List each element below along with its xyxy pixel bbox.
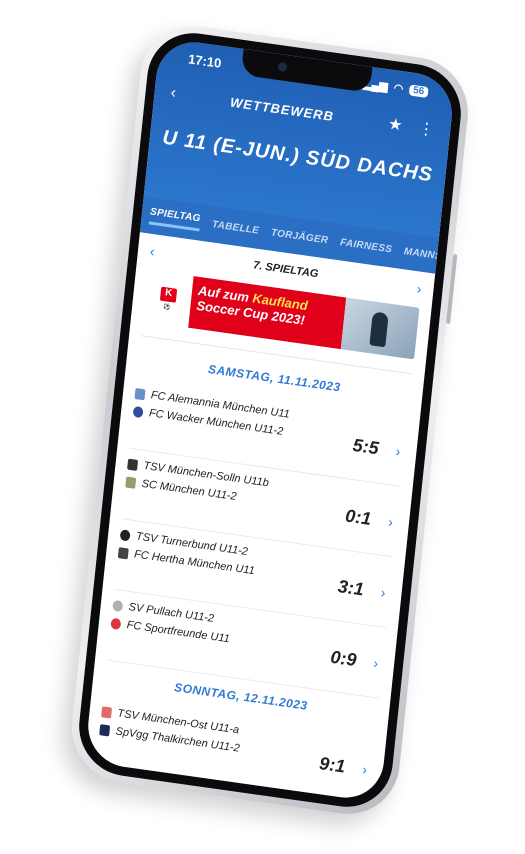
- next-round-icon[interactable]: ›: [416, 280, 422, 297]
- tab-torjaeger[interactable]: TORJÄGER: [270, 227, 328, 246]
- phone-screen: 17:10 ▂▄▆ ◠ 56 ‹ WETTBEWERB ★ ⋮ U 11 (E-…: [84, 37, 456, 803]
- content: ‹ 7. SPIELTAG › K ⚽ Auf zum Kaufland Soc…: [84, 232, 435, 803]
- match-score: 5:5: [351, 434, 380, 459]
- tab-spieltag[interactable]: SPIELTAG: [148, 206, 202, 232]
- kaufland-logo: K ⚽: [142, 269, 194, 328]
- match-score: 0:9: [329, 646, 358, 671]
- star-icon[interactable]: ★: [387, 114, 403, 136]
- prev-round-icon[interactable]: ‹: [149, 243, 155, 260]
- match-score: 3:1: [336, 576, 365, 600]
- kaufland-k-icon: K: [159, 286, 178, 303]
- club-crest-icon: [99, 723, 111, 736]
- nav-title: WETTBEWERB: [229, 94, 335, 124]
- club-crest-icon: [127, 458, 139, 471]
- club-crest-icon: [110, 617, 122, 630]
- stage: 17:10 ▂▄▆ ◠ 56 ‹ WETTBEWERB ★ ⋮ U 11 (E-…: [0, 0, 525, 854]
- club-crest-icon: [125, 476, 137, 489]
- phone-frame: 17:10 ▂▄▆ ◠ 56 ‹ WETTBEWERB ★ ⋮ U 11 (E-…: [66, 19, 474, 821]
- club-crest-icon: [117, 546, 129, 559]
- phone-bezel: 17:10 ▂▄▆ ◠ 56 ‹ WETTBEWERB ★ ⋮ U 11 (E-…: [74, 27, 466, 813]
- club-crest-icon: [119, 528, 131, 542]
- status-icons: ▂▄▆ ◠ 56: [363, 76, 429, 98]
- match-score: 0:1: [344, 505, 373, 529]
- tab-fairness[interactable]: FAIRNESS: [340, 237, 393, 255]
- club-crest-icon: [112, 599, 124, 612]
- status-time: 17:10: [187, 50, 223, 71]
- match-score: 9:1: [318, 753, 347, 777]
- battery-icon: 56: [408, 83, 429, 98]
- wifi-icon: ◠: [393, 81, 404, 95]
- more-icon[interactable]: ⋮: [417, 118, 435, 140]
- side-button: [446, 254, 458, 325]
- soccer-cup-logo: ⚽: [163, 303, 172, 311]
- tab-tabelle[interactable]: TABELLE: [212, 219, 260, 237]
- nav-actions: ★ ⋮: [387, 114, 435, 140]
- club-crest-icon: [134, 387, 146, 400]
- banner-photo: [340, 297, 420, 360]
- club-crest-icon: [132, 405, 144, 418]
- camera-icon: [277, 61, 288, 73]
- round-label: 7. SPIELTAG: [252, 259, 319, 281]
- club-crest-icon: [101, 705, 113, 719]
- back-icon[interactable]: ‹: [170, 84, 177, 103]
- tab-mannschaften[interactable]: MANNSCHAFTEN: [403, 246, 439, 269]
